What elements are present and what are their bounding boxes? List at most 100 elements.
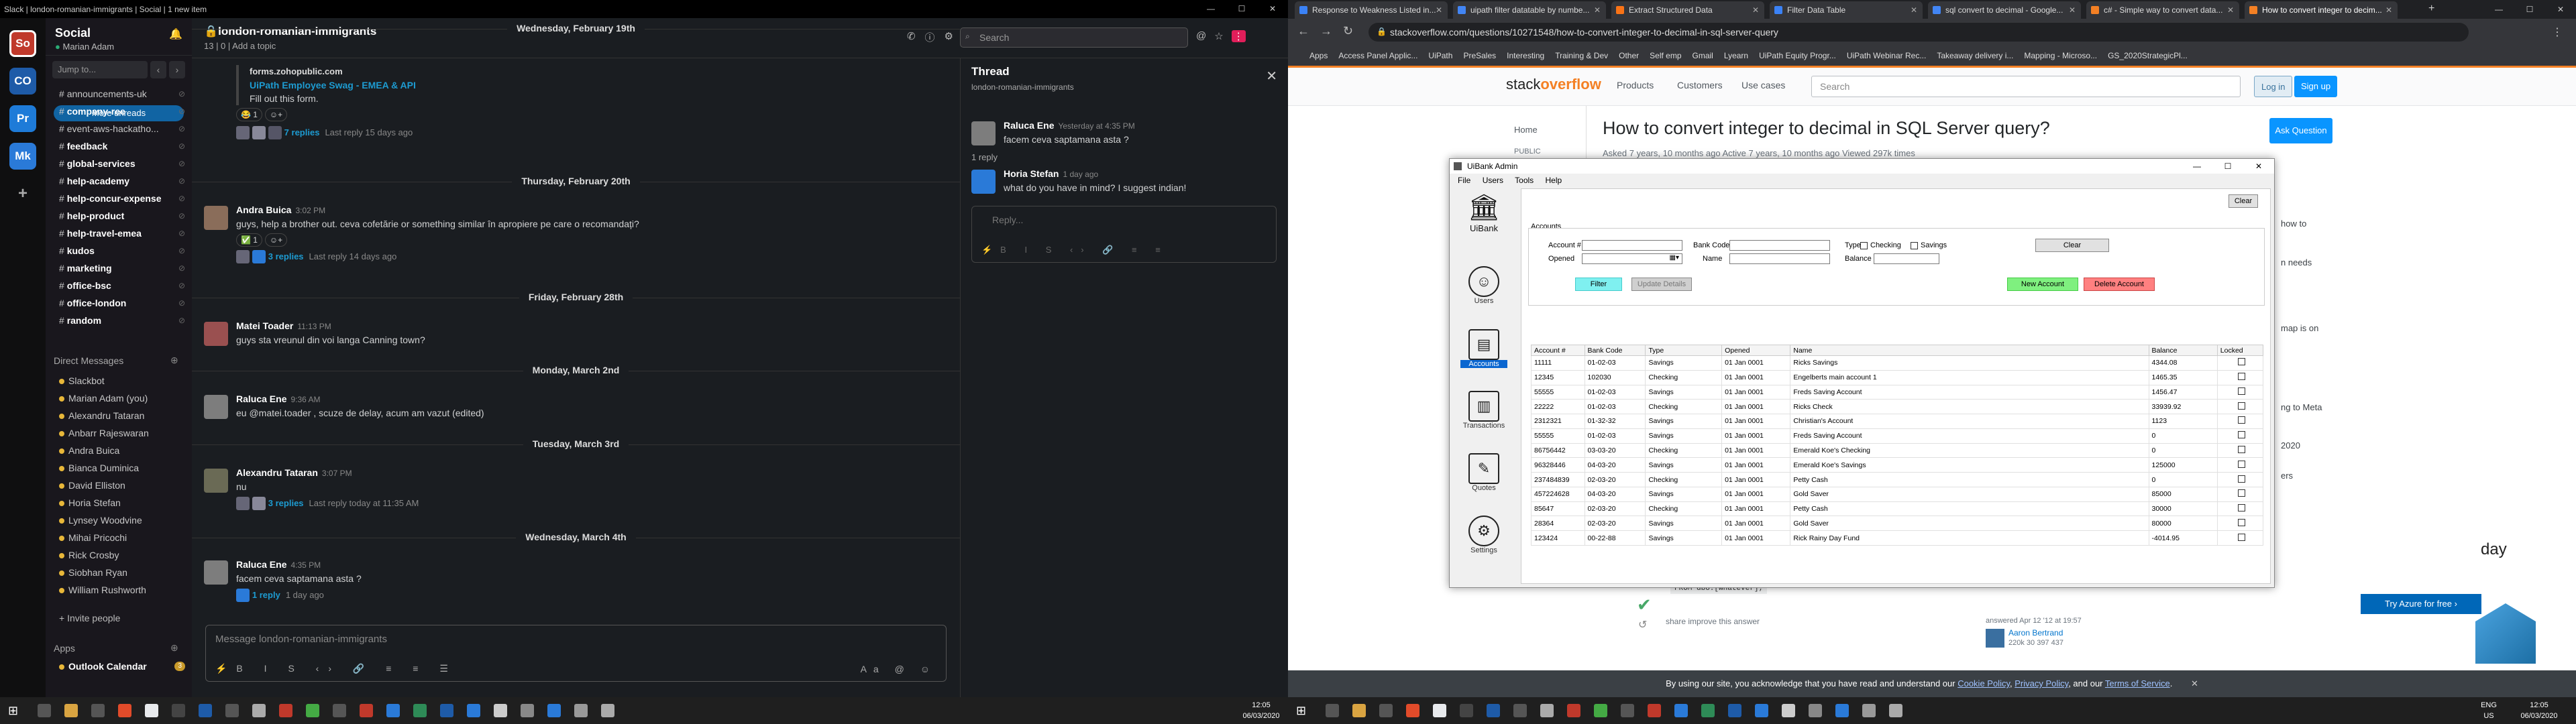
name-input[interactable] — [1729, 253, 1830, 264]
locked-checkbox[interactable] — [2237, 358, 2245, 366]
dm-item[interactable]: Lynsey Woodvine — [46, 511, 192, 529]
taskbar-app-icon[interactable] — [440, 704, 453, 717]
workspace-co[interactable]: CO — [9, 68, 36, 95]
dm-item[interactable]: Siobhan Ryan — [46, 564, 192, 581]
close-icon[interactable]: ✕ — [1257, 0, 1288, 18]
taskbar-app-icon[interactable] — [1755, 704, 1768, 717]
column-header[interactable]: Balance — [2148, 345, 2218, 356]
taskbar-app-icon[interactable] — [252, 704, 266, 717]
taskbar-app-icon[interactable] — [494, 704, 507, 717]
table-row[interactable]: 2312321 01-32-32 Savings 01 Jan 0001 Christi… — [1531, 414, 2264, 429]
nav-customers[interactable]: Customers — [1677, 80, 1723, 90]
bank-code-input[interactable] — [1729, 240, 1830, 251]
menu-file[interactable]: File — [1458, 176, 1470, 185]
app-outlook-calendar[interactable]: Outlook Calendar 3 — [46, 658, 192, 675]
taskbar-app-icon[interactable] — [1594, 704, 1607, 717]
thread-replies-link[interactable]: 3 replies — [268, 498, 304, 508]
avatar[interactable] — [1986, 629, 2004, 648]
browser-tab[interactable]: uipath filter datatable by numbe... ✕ — [1453, 1, 1606, 19]
dm-item[interactable]: Marian Adam (you) — [46, 389, 192, 407]
locked-checkbox[interactable] — [2237, 533, 2245, 541]
table-row[interactable]: 123424 00-22-88 Savings 01 Jan 0001 Rick Rai… — [1531, 530, 2264, 546]
opened-date-picker[interactable]: ▦▾ — [1582, 253, 1682, 264]
taskbar-app-icon[interactable] — [38, 704, 51, 717]
invite-people-link[interactable]: + Invite people — [59, 613, 120, 623]
cookie-policy-link[interactable]: Cookie Policy — [1957, 678, 2010, 688]
browser-tab[interactable]: Extract Structured Data ✕ — [1611, 1, 1764, 19]
taskbar-app-icon[interactable] — [1406, 704, 1419, 717]
mention-icon[interactable]: @ — [1196, 30, 1206, 42]
mute-icon[interactable]: ⊘ — [178, 155, 185, 172]
taskbar-app-icon[interactable] — [1782, 704, 1795, 717]
locked-checkbox[interactable] — [2237, 475, 2245, 483]
minimize-icon[interactable]: — — [2182, 159, 2212, 174]
taskbar-app-icon[interactable] — [1567, 704, 1580, 717]
taskbar-app-icon[interactable] — [1674, 704, 1688, 717]
message-composer[interactable]: Message london-romanian-immigrants ⚡B I … — [205, 625, 947, 682]
taskbar-app-icon[interactable] — [467, 704, 480, 717]
table-row[interactable]: 96328446 04-03-20 Savings 01 Jan 0001 Emeral… — [1531, 457, 2264, 473]
taskbar-app-icon[interactable] — [199, 704, 212, 717]
tab-close-icon[interactable]: ✕ — [2069, 1, 2076, 19]
privacy-policy-link[interactable]: Privacy Policy — [2015, 678, 2068, 688]
column-header[interactable]: Bank Code — [1584, 345, 1646, 356]
dm-item[interactable]: Alexandru Tataran — [46, 407, 192, 424]
maximize-icon[interactable]: ☐ — [2212, 159, 2243, 174]
minimize-icon[interactable]: — — [2483, 0, 2514, 19]
channel-item[interactable]: # event-aws-hackatho... ⊘ — [46, 120, 192, 137]
add-reaction-icon[interactable]: ☺+ — [264, 108, 288, 121]
bookmark-item[interactable]: UiPath — [1428, 51, 1452, 60]
tab-close-icon[interactable]: ✕ — [1436, 1, 1442, 19]
table-row[interactable]: 11111 01-02-03 Savings 01 Jan 0001 Ricks Sav… — [1531, 355, 2264, 371]
locked-checkbox[interactable] — [2237, 416, 2245, 424]
so-logo[interactable]: stackoverflow — [1506, 76, 1601, 93]
menu-icon[interactable]: ⋮ — [2552, 25, 2563, 39]
back-icon[interactable]: ← — [1297, 24, 1309, 38]
locked-checkbox[interactable] — [2237, 460, 2245, 468]
menu-help[interactable]: Help — [1546, 176, 1562, 185]
avatar[interactable] — [971, 121, 996, 145]
back-arrow-icon[interactable]: ‹ — [150, 61, 166, 78]
thread-channel[interactable]: london-romanian-immigrants — [971, 82, 1074, 92]
account-number-input[interactable] — [1582, 240, 1682, 251]
bookmark-item[interactable]: Mapping - Microso... — [2024, 51, 2097, 60]
bookmark-item[interactable]: UiPath Webinar Rec... — [1847, 51, 1927, 60]
nav-quotes[interactable]: ✎ Quotes — [1460, 453, 1507, 492]
taskbar-app-icon[interactable] — [413, 704, 427, 717]
sidebar-snippet[interactable]: ers — [2281, 471, 2293, 481]
taskbar-app-icon[interactable] — [1487, 704, 1500, 717]
column-header[interactable]: Type — [1645, 345, 1723, 356]
taskbar-app-icon[interactable] — [1835, 704, 1849, 717]
maximize-icon[interactable]: ☐ — [1226, 0, 1257, 18]
close-icon[interactable]: ✕ — [2545, 0, 2576, 19]
avatar[interactable] — [204, 560, 228, 585]
mute-icon[interactable]: ⊘ — [178, 137, 185, 155]
taskbar-app-icon[interactable] — [1648, 704, 1661, 717]
table-row[interactable]: 28364 02-03-20 Savings 01 Jan 0001 Gold Save… — [1531, 516, 2264, 532]
column-header[interactable]: Name — [1790, 345, 2149, 356]
channel-item[interactable]: # help-academy ⊘ — [46, 172, 192, 190]
dm-item[interactable]: Andra Buica — [46, 442, 192, 459]
clock[interactable]: 12:05 06/03/2020 — [1241, 700, 1281, 721]
calendar-icon[interactable]: ▦▾ — [1670, 254, 1679, 261]
nav-transactions[interactable]: ▥ Transactions — [1460, 391, 1507, 430]
checking-checkbox[interactable] — [1860, 242, 1868, 249]
column-header[interactable]: Opened — [1721, 345, 1791, 356]
question-title[interactable]: How to convert integer to decimal in SQL… — [1603, 118, 2050, 139]
nav-users[interactable]: ☺ Users — [1460, 266, 1507, 305]
table-row[interactable]: 237484839 02-03-20 Checking 01 Jan 0001 Pett… — [1531, 472, 2264, 487]
clear-button[interactable]: Clear — [2035, 239, 2109, 252]
tab-close-icon[interactable]: ✕ — [2227, 1, 2234, 19]
minimize-icon[interactable]: — — [1195, 0, 1226, 18]
bookmark-item[interactable]: UiPath Equity Progr... — [1759, 51, 1836, 60]
nav-products[interactable]: Products — [1617, 80, 1654, 90]
taskbar-app-icon[interactable] — [601, 704, 614, 717]
formatting-toolbar[interactable]: ⚡B I S ‹› 🔗 ≡ ≡ ☰ — [215, 663, 458, 674]
bookmark-item[interactable]: PreSales — [1463, 51, 1496, 60]
avatar[interactable] — [204, 206, 228, 230]
bookmark-item[interactable]: Self emp — [1650, 51, 1681, 60]
dm-item[interactable]: Anbarr Rajeswaran — [46, 424, 192, 442]
message-author[interactable]: Raluca Ene — [1004, 120, 1054, 131]
filter-button[interactable]: Filter — [1575, 278, 1622, 291]
mute-icon[interactable]: ⊘ — [178, 207, 185, 225]
